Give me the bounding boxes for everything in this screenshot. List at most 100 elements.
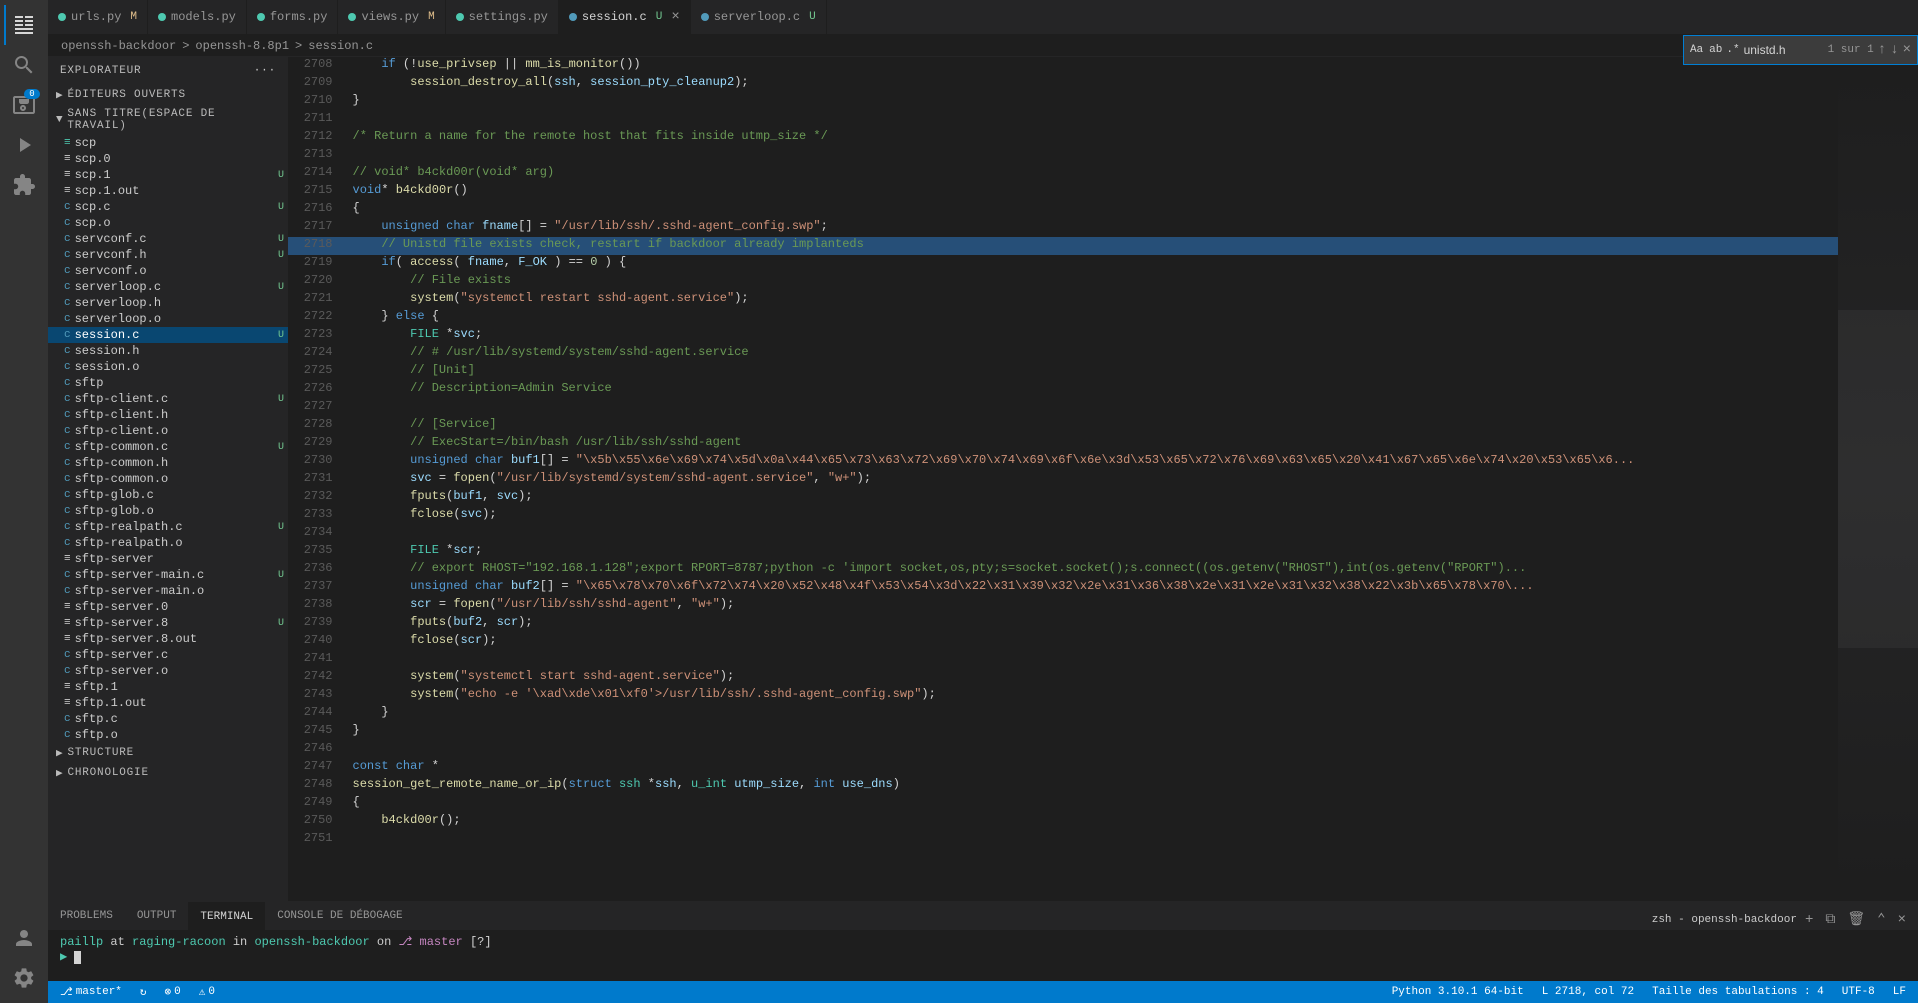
panel-tab-terminal[interactable]: TERMINAL [188,902,265,930]
file-item-scp[interactable]: ≡ scp [48,135,288,151]
file-item-sftpserver8[interactable]: ≡ sftp-server.8 U [48,615,288,631]
line-number: 2750 [288,813,345,831]
structure-section-toggle[interactable]: ▶ STRUCTURE [48,743,288,763]
file-item-servconfh[interactable]: c servconf.h U [48,247,288,263]
run-icon[interactable] [4,125,44,165]
sync-status[interactable]: ↻ [136,981,151,1003]
file-item-sftpserver[interactable]: ≡ sftp-server [48,551,288,567]
search-prev-button[interactable]: ↑ [1878,42,1886,58]
search-close-button[interactable]: × [1903,42,1911,58]
tab-views-py[interactable]: views.py M [338,0,445,34]
file-item-sftpglobc[interactable]: c sftp-glob.c [48,487,288,503]
file-item-sftpo[interactable]: c sftp.o [48,727,288,743]
tab-close-button[interactable]: × [671,10,679,24]
line-number: 2718 [288,237,345,255]
file-item-sftpclienth[interactable]: c sftp-client.h [48,407,288,423]
line-content: // [Unit] [345,363,1838,381]
search-regex[interactable]: .* [1726,44,1739,56]
file-item-sftpservermaino[interactable]: c sftp-server-main.o [48,583,288,599]
search-whole-word[interactable]: ab [1709,44,1722,56]
file-item-sftpc[interactable]: c sftp.c [48,711,288,727]
line-number: 2709 [288,75,345,93]
account-icon[interactable] [4,918,44,958]
file-item-servconfo[interactable]: c servconf.o [48,263,288,279]
file-item-sftpserver0[interactable]: ≡ sftp-server.0 [48,599,288,615]
file-item-sftpservermaing[interactable]: c sftp-server-main.c U [48,567,288,583]
panel-maximize-button[interactable]: ⌃ [1873,909,1889,930]
sidebar-menu-button[interactable]: ··· [254,65,276,77]
tab-session-c[interactable]: session.c U × [559,0,691,34]
file-icon: ≡ [64,617,71,629]
split-terminal-button[interactable]: ⧉ [1821,910,1839,930]
editors-section-toggle[interactable]: ▶ ÉDITEURS OUVERTS [48,85,288,105]
file-item-scp0[interactable]: ≡ scp.0 [48,151,288,167]
source-control-icon[interactable]: 0 [4,85,44,125]
chevron-icon: ▶ [56,746,63,760]
explorer-icon[interactable] [4,5,44,45]
minimap-slider[interactable] [1838,310,1918,648]
search-icon[interactable] [4,45,44,85]
file-item-sftpglobo[interactable]: c sftp-glob.o [48,503,288,519]
file-item-sftp[interactable]: c sftp [48,375,288,391]
file-item-sftpcommono[interactable]: c sftp-common.o [48,471,288,487]
line-number: 2737 [288,579,345,597]
panel-close-button[interactable]: × [1894,910,1910,930]
file-item-sftpservero[interactable]: c sftp-server.o [48,663,288,679]
errors-status[interactable]: ⊗ 0 [161,981,185,1003]
line-content: unsigned char fname[] = "/usr/lib/ssh/.s… [345,219,1838,237]
file-item-sftp1[interactable]: ≡ sftp.1 [48,679,288,695]
file-item-scpc[interactable]: c scp.c U [48,199,288,215]
search-next-button[interactable]: ↓ [1890,42,1898,58]
file-item-scpo[interactable]: c scp.o [48,215,288,231]
file-item-sftppatho[interactable]: c sftp-realpath.o [48,535,288,551]
file-item-sftprealpathc[interactable]: c sftp-realpath.c U [48,519,288,535]
tab-urls-py[interactable]: urls.py M [48,0,148,34]
tab-forms-py[interactable]: forms.py [247,0,339,34]
file-item-sessionh[interactable]: c session.h [48,343,288,359]
file-item-sessiono[interactable]: c session.o [48,359,288,375]
search-input[interactable] [1744,43,1824,57]
file-item-servconfc[interactable]: c servconf.c U [48,231,288,247]
warnings-status[interactable]: ⚠ 0 [195,981,219,1003]
encoding-status[interactable]: UTF-8 [1838,981,1879,1003]
new-terminal-button[interactable]: + [1801,910,1817,930]
file-item-sessionc[interactable]: c session.c U [48,327,288,343]
file-item-sftpserver8out[interactable]: ≡ sftp-server.8.out [48,631,288,647]
line-ending-status[interactable]: LF [1889,981,1910,1003]
code-editor[interactable]: 2708 if (!use_privsep || mm_is_monitor()… [288,57,1838,901]
panel-tab-output[interactable]: OUTPUT [125,902,189,930]
trash-terminal-button[interactable]: 🗑 [1843,909,1869,930]
file-item-sftpserverc[interactable]: c sftp-server.c [48,647,288,663]
c-file-icon: c [64,665,71,677]
tab-serverloop-c[interactable]: serverloop.c U [691,0,827,34]
panel-tab-debug[interactable]: CONSOLE DE DÉBOGAGE [265,902,414,930]
line-col-status[interactable]: L 2718, col 72 [1538,981,1638,1003]
chronologie-section-toggle[interactable]: ▶ CHRONOLOGIE [48,763,288,783]
line-content: // Unistd file exists check, restart if … [345,237,1838,255]
error-icon: ⊗ [165,985,172,999]
file-name: sftp-server-main.c [75,568,274,582]
file-item-serverloopc[interactable]: c serverloop.c U [48,279,288,295]
search-match-case[interactable]: Aa [1690,44,1703,56]
line-content: // ExecStart=/bin/bash /usr/lib/ssh/sshd… [345,435,1838,453]
file-badge: U [278,330,284,341]
git-branch-status[interactable]: ⎇ master* [56,981,126,1003]
workspace-section-toggle[interactable]: ▼ SANS TITRE(ESPACE DE TRAVAIL) [48,105,288,135]
settings-icon[interactable] [4,958,44,998]
file-item-scp1out[interactable]: ≡ scp.1.out [48,183,288,199]
file-item-sftp1out[interactable]: ≡ sftp.1.out [48,695,288,711]
file-item-sftpcliento[interactable]: c sftp-client.o [48,423,288,439]
panel-tab-problems[interactable]: PROBLEMS [48,902,125,930]
tab-size-label: Taille des tabulations : 4 [1652,986,1824,998]
tab-settings-py[interactable]: settings.py [446,0,559,34]
file-item-sftpcommonc[interactable]: c sftp-common.c U [48,439,288,455]
file-item-sftpcommonh[interactable]: c sftp-common.h [48,455,288,471]
tab-models-py[interactable]: models.py [148,0,247,34]
file-item-serverlooph[interactable]: c serverloop.h [48,295,288,311]
file-item-sftpclientc[interactable]: c sftp-client.c U [48,391,288,407]
tab-size-status[interactable]: Taille des tabulations : 4 [1648,981,1828,1003]
extensions-icon[interactable] [4,165,44,205]
python-status[interactable]: Python 3.10.1 64-bit [1388,981,1528,1003]
file-item-serverloopo[interactable]: c serverloop.o [48,311,288,327]
file-item-scp1[interactable]: ≡ scp.1 U [48,167,288,183]
